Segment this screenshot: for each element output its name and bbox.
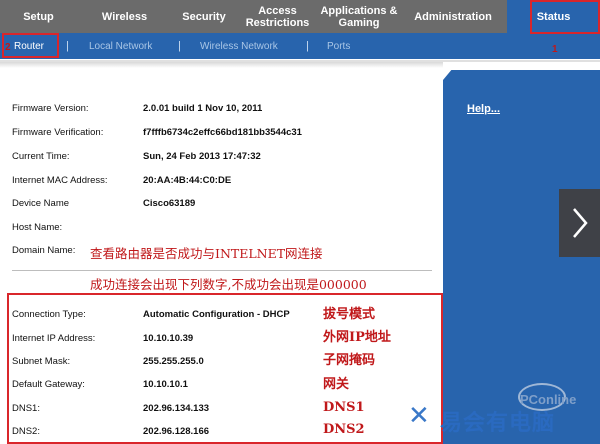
menu-wireless[interactable]: Wireless — [77, 0, 172, 33]
firmware-version-label: Firmware Version: — [12, 103, 89, 114]
default-gateway-value: 10.10.10.1 — [143, 379, 188, 390]
watermark-x-icon: ✕ — [408, 400, 430, 430]
dns1-label: DNS1: — [12, 403, 40, 414]
firmware-version-value: 2.0.01 build 1 Nov 10, 2011 — [143, 103, 263, 114]
device-name-label: Device Name — [12, 198, 70, 209]
menu-administration[interactable]: Administration — [399, 0, 507, 33]
submenu-separator: | — [178, 40, 181, 52]
next-page-button[interactable] — [559, 189, 600, 257]
annotation-line-1: 查看路由器是否成功与INTELNET网连接 — [90, 246, 323, 261]
status-tab-highlight — [530, 0, 600, 34]
watermark-text: 易会有电脑 — [440, 410, 556, 436]
chevron-right-icon — [572, 208, 588, 238]
domain-name-label: Domain Name: — [12, 245, 76, 256]
default-gateway-label: Default Gateway: — [12, 379, 85, 390]
dns2-label: DNS2: — [12, 426, 40, 437]
dns2-note: DNS2 — [323, 422, 365, 437]
menu-applications-gaming[interactable]: Applications & Gaming — [319, 0, 399, 33]
marker-2: 2 — [5, 42, 11, 53]
help-link[interactable]: Help... — [467, 103, 500, 115]
host-name-label: Host Name: — [12, 222, 63, 233]
tab-wireless-network[interactable]: Wireless Network — [200, 33, 278, 59]
dns2-value: 202.96.128.166 — [143, 426, 210, 437]
annotation-line-2: 成功连接会出现下列数字,不成功会出现是000000 — [90, 277, 367, 292]
section-divider — [12, 270, 432, 271]
menu-security[interactable]: Security — [172, 0, 236, 33]
internet-ip-label: Internet IP Address: — [12, 333, 96, 344]
internet-ip-value: 10.10.10.39 — [143, 333, 194, 344]
firmware-verification-label: Firmware Verification: — [12, 127, 104, 138]
subnet-mask-label: Subnet Mask: — [12, 356, 71, 367]
current-time-label: Current Time: — [12, 151, 70, 162]
default-gateway-note: 网关 — [323, 377, 350, 392]
subnet-mask-value: 255.255.255.0 — [143, 356, 204, 367]
device-name-value: Cisco63189 — [143, 198, 196, 209]
marker-1: 1 — [552, 44, 558, 55]
current-time-value: Sun, 24 Feb 2013 17:47:32 — [143, 151, 261, 162]
header-shadow — [0, 62, 443, 68]
dns1-value: 202.96.134.133 — [143, 403, 210, 414]
dns1-note: DNS1 — [323, 400, 365, 415]
firmware-verification-value: f7fffb6734c2effc66bd181bb3544c31 — [143, 127, 302, 138]
internet-ip-note: 外网IP地址 — [323, 330, 391, 345]
connection-type-value: Automatic Configuration - DHCP — [143, 309, 290, 320]
submenu-separator: | — [306, 40, 309, 52]
subnet-mask-note: 子网掩码 — [323, 353, 376, 368]
tab-local-network[interactable]: Local Network — [89, 33, 152, 59]
mac-address-label: Internet MAC Address: — [12, 175, 108, 186]
menu-setup[interactable]: Setup — [0, 0, 77, 33]
connection-type-note: 拔号模式 — [323, 307, 376, 322]
mac-address-value: 20:AA:4B:44:C0:DE — [143, 175, 232, 186]
submenu-separator: | — [66, 40, 69, 52]
tab-ports[interactable]: Ports — [327, 33, 350, 59]
menu-access-restrictions[interactable]: Access Restrictions — [236, 0, 319, 33]
sidebar-corner — [443, 68, 453, 80]
connection-type-label: Connection Type: — [12, 309, 86, 320]
